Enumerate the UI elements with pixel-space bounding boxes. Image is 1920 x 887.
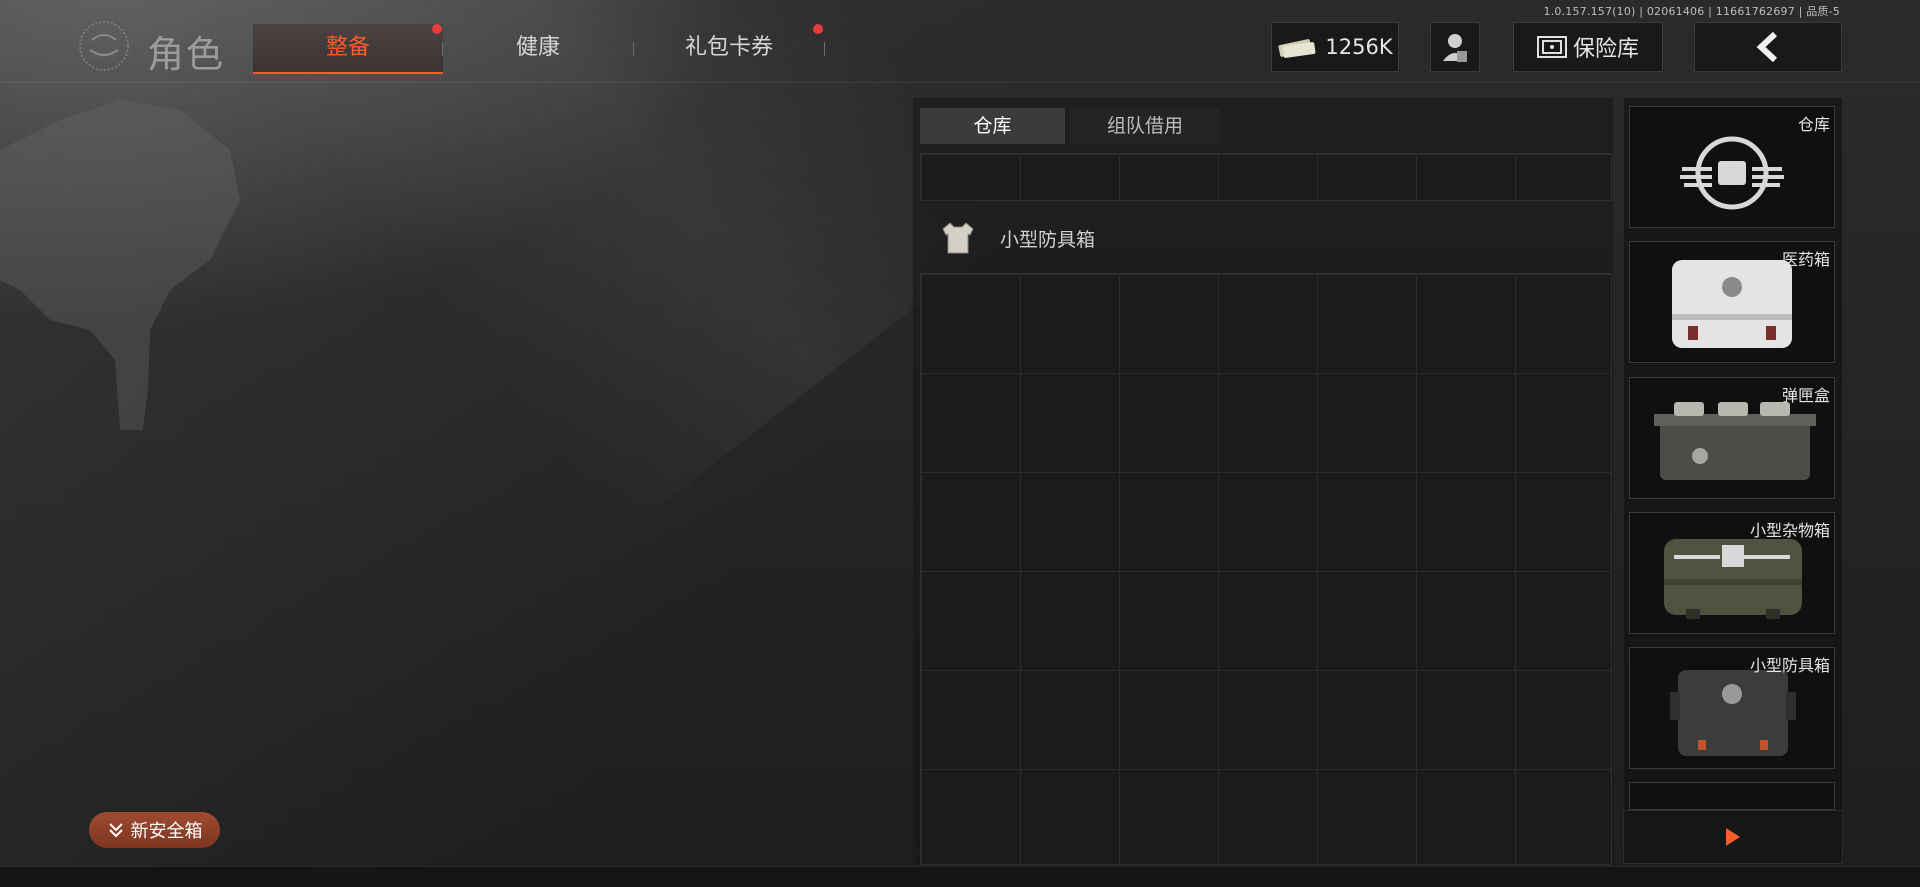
agent-icon — [1443, 34, 1467, 62]
container-card-partial[interactable] — [1629, 782, 1835, 810]
container-label: 小型防具箱 — [1749, 656, 1830, 675]
tab-label: 礼包卡券 — [684, 35, 773, 60]
support-agent-button[interactable] — [1430, 22, 1480, 72]
new-safe-box-label: 新安全箱 — [130, 821, 203, 842]
container-card-medical[interactable]: 医药箱 — [1629, 241, 1835, 363]
double-chevron-down-icon — [108, 823, 123, 838]
container-card-warehouse[interactable]: 仓库 — [1629, 106, 1835, 228]
vault-label: 保险库 — [1572, 37, 1639, 62]
tab-gift-coupons[interactable]: 礼包卡券 — [650, 24, 808, 72]
container-grid[interactable] — [920, 273, 1612, 865]
world-map-decoration — [0, 100, 240, 430]
container-label: 仓库 — [1797, 115, 1830, 134]
play-arrow-icon — [1726, 828, 1740, 846]
armor-vest-icon — [942, 222, 974, 254]
divider — [442, 42, 443, 56]
tab-team-borrow[interactable]: 组队借用 — [1070, 108, 1220, 144]
container-label: 弹匣盒 — [1781, 386, 1830, 405]
tab-health[interactable]: 健康 — [474, 24, 602, 72]
page-title: 角色 — [147, 33, 225, 76]
globe-logo-icon — [79, 21, 129, 71]
notification-dot — [432, 24, 442, 34]
new-safe-box-button[interactable]: 新安全箱 — [89, 812, 220, 848]
safe-icon — [1536, 36, 1567, 58]
container-card-ammo[interactable]: 弹匣盒 — [1629, 377, 1835, 499]
divider — [633, 42, 634, 56]
container-card-armor[interactable]: 小型防具箱 — [1629, 647, 1835, 769]
container-label: 小型杂物箱 — [1749, 521, 1830, 540]
tab-label: 整备 — [325, 35, 370, 60]
container-card-sundries[interactable]: 小型杂物箱 — [1629, 512, 1835, 634]
bottom-bar — [0, 866, 1920, 887]
cash-icon — [1278, 39, 1316, 58]
back-button[interactable] — [1694, 22, 1842, 72]
tab-gear[interactable]: 整备 — [253, 24, 443, 74]
selected-container-label: 小型防具箱 — [1000, 228, 1096, 251]
chevron-left-icon — [1756, 32, 1778, 62]
currency-amount: 1256K — [1325, 35, 1393, 59]
tab-label: 仓库 — [973, 115, 1012, 137]
storage-grid-top[interactable] — [920, 153, 1612, 201]
divider — [824, 42, 825, 56]
notification-dot — [813, 24, 823, 34]
tab-label: 组队借用 — [1106, 115, 1183, 137]
tab-warehouse[interactable]: 仓库 — [920, 108, 1065, 144]
container-label: 医药箱 — [1781, 250, 1830, 269]
currency-display[interactable]: 1256K — [1271, 22, 1399, 72]
next-page-button[interactable] — [1623, 810, 1843, 864]
tab-label: 健康 — [515, 35, 560, 60]
vault-button[interactable]: 保险库 — [1513, 22, 1663, 72]
selected-container-row[interactable]: 小型防具箱 — [940, 218, 1095, 258]
